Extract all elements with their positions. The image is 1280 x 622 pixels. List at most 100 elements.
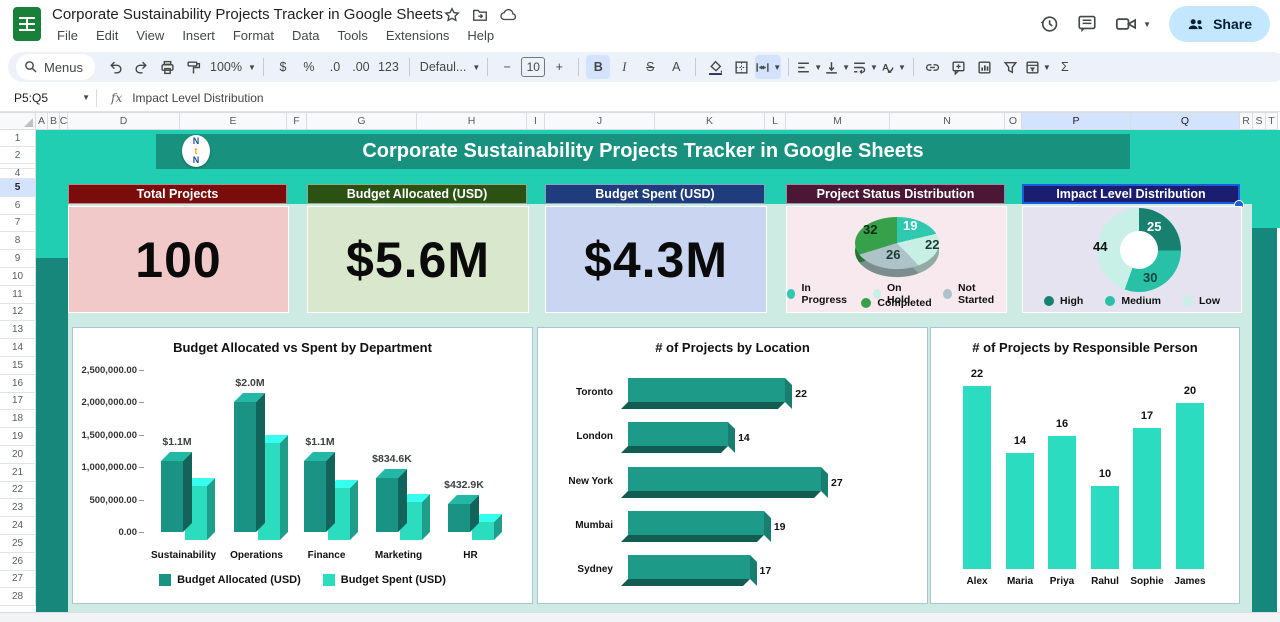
kpi-card-body[interactable]: 100 [68, 206, 289, 313]
column-header-R[interactable]: R [1240, 112, 1253, 130]
menu-help[interactable]: Help [460, 26, 501, 45]
document-title[interactable]: Corporate Sustainability Projects Tracke… [52, 6, 443, 23]
column-header-A[interactable]: A [36, 112, 48, 130]
menu-format[interactable]: Format [226, 26, 281, 45]
menu-insert[interactable]: Insert [175, 26, 222, 45]
column-header-S[interactable]: S [1253, 112, 1266, 130]
move-folder-icon[interactable] [472, 7, 488, 23]
menu-file[interactable]: File [50, 26, 85, 45]
insert-comment-icon[interactable] [947, 55, 971, 79]
filter-views-icon[interactable]: ▼ [1025, 55, 1051, 79]
text-wrap-icon[interactable]: ▼ [852, 55, 878, 79]
column-header-K[interactable]: K [655, 112, 765, 130]
increase-decimals-button[interactable]: .00 [349, 55, 373, 79]
row-header-21[interactable]: 21 [0, 464, 36, 482]
budget-by-department-chart[interactable]: Budget Allocated vs Spent by Department0… [72, 327, 533, 604]
kpi-card-header[interactable]: Budget Spent (USD) [545, 184, 765, 204]
row-header-4[interactable]: 4 [0, 169, 36, 179]
row-header-8[interactable]: 8 [0, 232, 36, 250]
undo-icon[interactable] [103, 55, 127, 79]
print-icon[interactable] [155, 55, 179, 79]
column-header-D[interactable]: D [68, 112, 180, 130]
sheet-canvas[interactable]: Corporate Sustainability Projects Tracke… [36, 130, 1280, 612]
row-header-11[interactable]: 11 [0, 286, 36, 304]
italic-toggle[interactable]: I [612, 55, 636, 79]
kpi-card-body[interactable]: $5.6M [307, 206, 529, 313]
column-header-H[interactable]: H [417, 112, 527, 130]
row-header-14[interactable]: 14 [0, 339, 36, 357]
column-header-F[interactable]: F [287, 112, 307, 130]
strikethrough-toggle[interactable]: S [638, 55, 662, 79]
column-header-T[interactable]: T [1266, 112, 1278, 130]
status-pie-chart[interactable]: 19222632In ProgressOn HoldNot StartedCom… [786, 206, 1007, 313]
row-header-5[interactable]: 5 [0, 179, 36, 197]
menu-tools[interactable]: Tools [330, 26, 374, 45]
decrease-font-button[interactable]: − [495, 55, 519, 79]
version-history-icon[interactable] [1039, 14, 1059, 34]
row-header-13[interactable]: 13 [0, 321, 36, 339]
row-header-22[interactable]: 22 [0, 482, 36, 500]
column-header-I[interactable]: I [527, 112, 545, 130]
row-header-18[interactable]: 18 [0, 410, 36, 428]
horizontal-align-icon[interactable]: ▼ [796, 55, 822, 79]
impact-card-header[interactable]: Impact Level Distribution [1022, 184, 1240, 204]
comment-history-icon[interactable] [1077, 14, 1097, 34]
filter-icon[interactable] [999, 55, 1023, 79]
projects-by-person-chart[interactable]: # of Projects by Responsible Person22Ale… [930, 327, 1240, 604]
merge-cells-icon[interactable]: ▼ [755, 55, 781, 79]
star-icon[interactable] [444, 7, 460, 23]
row-header-6[interactable]: 6 [0, 197, 36, 215]
column-header-E[interactable]: E [180, 112, 287, 130]
text-color-button[interactable]: A [664, 55, 688, 79]
bold-toggle[interactable]: B [586, 55, 610, 79]
column-header-Q[interactable]: Q [1131, 112, 1240, 130]
kpi-card-header[interactable]: Total Projects [68, 184, 287, 204]
currency-format-button[interactable]: $ [271, 55, 295, 79]
column-header-O[interactable]: O [1005, 112, 1022, 130]
kpi-card-body[interactable]: $4.3M [545, 206, 767, 313]
bottom-scroll-strip[interactable] [0, 612, 1280, 622]
column-header-N[interactable]: N [890, 112, 1005, 130]
row-header-25[interactable]: 25 [0, 535, 36, 553]
name-box[interactable]: P5:Q5 ▼ [0, 91, 96, 105]
row-header-1[interactable]: 1 [0, 130, 36, 147]
row-header-2[interactable]: 2 [0, 147, 36, 164]
column-header-G[interactable]: G [307, 112, 417, 130]
column-header-C[interactable]: C [60, 112, 68, 130]
select-all-corner[interactable] [0, 112, 36, 130]
google-sheets-logo-icon[interactable] [13, 7, 41, 41]
functions-button[interactable]: Σ [1053, 55, 1077, 79]
column-header-P[interactable]: P [1022, 112, 1131, 130]
row-header-20[interactable]: 20 [0, 446, 36, 464]
menu-view[interactable]: View [129, 26, 171, 45]
percent-format-button[interactable]: % [297, 55, 321, 79]
more-formats-button[interactable]: 123 [375, 55, 402, 79]
row-header-19[interactable]: 19 [0, 428, 36, 446]
redo-icon[interactable] [129, 55, 153, 79]
fill-color-icon[interactable] [703, 55, 727, 79]
meet-caret-icon[interactable]: ▼ [1143, 20, 1151, 29]
row-header-28[interactable]: 28 [0, 588, 36, 606]
row-header-16[interactable]: 16 [0, 375, 36, 393]
share-button[interactable]: Share [1169, 6, 1270, 42]
cloud-status-icon[interactable] [500, 7, 518, 23]
font-size-input[interactable]: 10 [521, 55, 545, 79]
row-header-10[interactable]: 10 [0, 268, 36, 286]
zoom-select[interactable]: 100%▼ [207, 55, 256, 79]
decrease-decimals-button[interactable]: .0 [323, 55, 347, 79]
paint-format-icon[interactable] [181, 55, 205, 79]
insert-link-icon[interactable] [921, 55, 945, 79]
impact-donut-chart[interactable]: 253044HighMediumLow [1022, 206, 1242, 313]
text-rotation-icon[interactable]: A▼ [880, 55, 906, 79]
menu-data[interactable]: Data [285, 26, 326, 45]
increase-font-button[interactable]: + [547, 55, 571, 79]
row-header-9[interactable]: 9 [0, 250, 36, 268]
row-header-23[interactable]: 23 [0, 499, 36, 517]
menu-extensions[interactable]: Extensions [379, 26, 457, 45]
column-header-J[interactable]: J [545, 112, 655, 130]
column-header-L[interactable]: L [765, 112, 786, 130]
row-header-15[interactable]: 15 [0, 357, 36, 375]
projects-by-location-chart[interactable]: # of Projects by LocationToronto22London… [537, 327, 928, 604]
row-header-7[interactable]: 7 [0, 215, 36, 233]
row-header-26[interactable]: 26 [0, 553, 36, 571]
